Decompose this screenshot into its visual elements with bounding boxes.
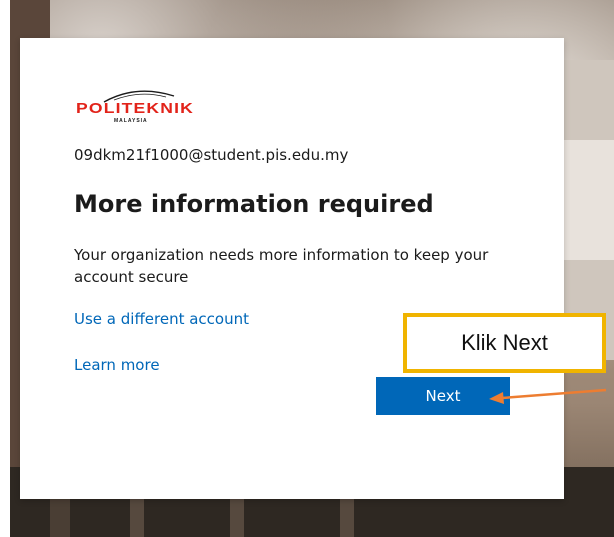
sign-in-card: POLITEKNIK MALAYSIA 09dkm21f1000@student…: [20, 38, 564, 499]
learn-more-link[interactable]: Learn more: [74, 356, 160, 374]
next-button[interactable]: Next: [376, 377, 510, 415]
politeknik-logo: POLITEKNIK MALAYSIA: [74, 82, 198, 124]
use-different-account-link[interactable]: Use a different account: [74, 310, 249, 328]
annotation-callout: Klik Next: [403, 313, 606, 373]
description-text: Your organization needs more information…: [74, 246, 489, 286]
account-email: 09dkm21f1000@student.pis.edu.my: [74, 146, 349, 164]
callout-text: Klik Next: [461, 330, 548, 355]
page-title: More information required: [74, 190, 434, 218]
logo-subtext: MALAYSIA: [114, 118, 148, 124]
logo-wordmark: POLITEKNIK: [76, 100, 194, 117]
